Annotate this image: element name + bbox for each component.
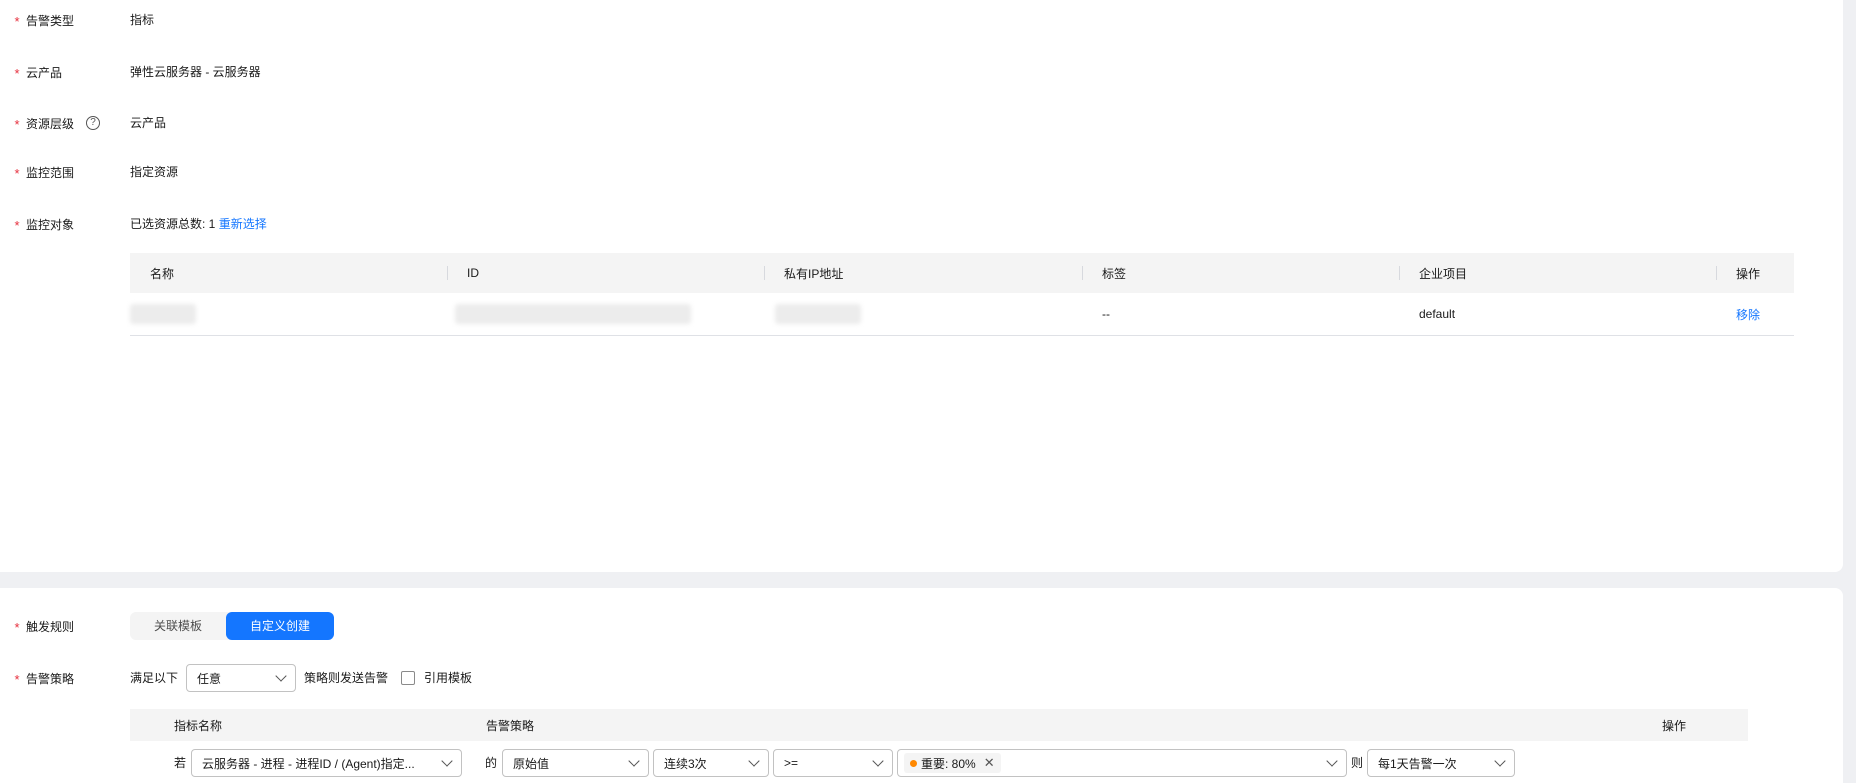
alarm-policy-label: * 告警策略 bbox=[12, 669, 74, 687]
threshold-select[interactable]: 重要: 80% ✕ bbox=[897, 749, 1347, 777]
required-mark: * bbox=[14, 14, 20, 29]
tab-associate-template[interactable]: 关联模板 bbox=[130, 612, 226, 640]
required-mark: * bbox=[14, 218, 20, 233]
remove-link[interactable]: 移除 bbox=[1736, 306, 1760, 323]
then-label: 则 bbox=[1351, 756, 1364, 770]
metric-policy-table: 指标名称 告警策略 操作 bbox=[130, 709, 1748, 741]
required-mark: * bbox=[14, 166, 20, 181]
required-mark: * bbox=[14, 66, 20, 81]
col-metric-name: 指标名称 bbox=[174, 718, 223, 733]
alarm-type-value: 指标 bbox=[130, 13, 155, 27]
threshold-tag: 重要: 80% ✕ bbox=[904, 753, 1001, 773]
use-template-checkbox[interactable] bbox=[401, 671, 415, 685]
if-label: 若 bbox=[174, 756, 187, 770]
operator-select[interactable]: >= bbox=[773, 749, 893, 777]
reselect-link[interactable]: 重新选择 bbox=[219, 217, 267, 231]
col-id: ID bbox=[447, 253, 764, 293]
value-type-select[interactable]: 原始值 bbox=[502, 749, 649, 777]
cell-tag: -- bbox=[1102, 307, 1110, 321]
col-name: 名称 bbox=[150, 266, 175, 281]
redacted-name bbox=[130, 304, 196, 324]
resource-table: 名称 ID 私有IP地址 标签 企业项目 操作 -- default 移除 bbox=[130, 253, 1794, 336]
trigger-rule-label: * 触发规则 bbox=[12, 617, 74, 635]
chevron-down-icon bbox=[628, 755, 640, 767]
col-enterprise-project: 企业项目 bbox=[1399, 253, 1716, 293]
col-operation: 操作 bbox=[1662, 718, 1687, 733]
selected-count: 已选资源总数: 1 bbox=[130, 217, 216, 231]
help-icon[interactable]: ? bbox=[86, 116, 101, 130]
metric-select[interactable]: 云服务器 - 进程 - 进程ID / (Agent)指定... bbox=[191, 749, 462, 777]
table-header: 指标名称 告警策略 操作 bbox=[130, 709, 1748, 741]
major-severity-dot bbox=[910, 759, 917, 767]
table-header: 名称 ID 私有IP地址 标签 企业项目 操作 bbox=[130, 253, 1794, 293]
condition-select[interactable]: 任意 bbox=[186, 664, 296, 692]
chevron-down-icon bbox=[1494, 755, 1506, 767]
required-mark: * bbox=[14, 117, 20, 132]
col-tag: 标签 bbox=[1082, 253, 1399, 293]
redacted-ip bbox=[775, 304, 861, 324]
monitor-scope-value: 指定资源 bbox=[130, 165, 179, 179]
policy-suffix: 策略则发送告警 bbox=[304, 671, 389, 685]
cloud-product-label: * 云产品 bbox=[12, 63, 62, 81]
trigger-rule-tabs: 关联模板 自定义创建 bbox=[130, 612, 335, 640]
tab-custom-create[interactable]: 自定义创建 bbox=[226, 612, 335, 640]
period-select[interactable]: 连续3次 bbox=[653, 749, 769, 777]
resource-level-value: 云产品 bbox=[130, 116, 167, 130]
monitor-object-value: 已选资源总数: 1 重新选择 bbox=[130, 215, 267, 233]
resource-level-label: * 资源层级 ? bbox=[12, 114, 101, 132]
chevron-down-icon bbox=[275, 670, 287, 682]
cell-name bbox=[130, 293, 447, 335]
table-row: -- default 移除 bbox=[130, 293, 1794, 336]
cell-private-ip bbox=[764, 293, 1082, 335]
chevron-down-icon bbox=[1326, 755, 1338, 767]
close-icon[interactable]: ✕ bbox=[984, 755, 995, 771]
col-operation: 操作 bbox=[1716, 253, 1794, 293]
cell-id bbox=[447, 293, 764, 335]
monitor-scope-label: * 监控范围 bbox=[12, 163, 74, 181]
chevron-down-icon bbox=[441, 755, 453, 767]
col-private-ip: 私有IP地址 bbox=[764, 253, 1082, 293]
chevron-down-icon bbox=[748, 755, 760, 767]
of-label: 的 bbox=[485, 756, 498, 770]
frequency-select[interactable]: 每1天告警一次 bbox=[1367, 749, 1515, 777]
policy-prefix: 满足以下 bbox=[130, 671, 179, 685]
required-mark: * bbox=[14, 620, 20, 635]
use-template-label: 引用模板 bbox=[424, 671, 473, 685]
required-mark: * bbox=[14, 672, 20, 687]
redacted-id bbox=[455, 304, 691, 324]
cell-enterprise-project: default bbox=[1419, 307, 1456, 321]
cell-operation: 移除 bbox=[1716, 293, 1794, 335]
monitor-object-label: * 监控对象 bbox=[12, 215, 74, 233]
alarm-type-label: * 告警类型 bbox=[12, 11, 74, 29]
cloud-product-value: 弹性云服务器 - 云服务器 bbox=[130, 65, 261, 79]
col-alarm-policy: 告警策略 bbox=[486, 718, 535, 733]
chevron-down-icon bbox=[872, 755, 884, 767]
